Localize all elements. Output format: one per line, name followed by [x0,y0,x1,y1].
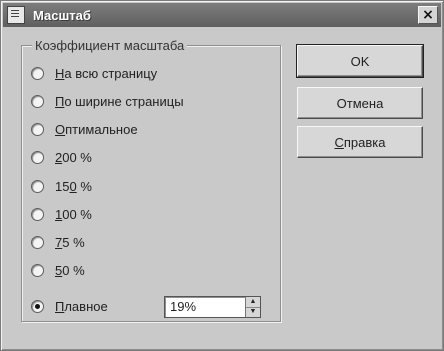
option-page-width-label: По ширине страницы [55,93,184,109]
ok-button[interactable]: OK [296,44,424,78]
option-150[interactable]: 150 % [31,176,92,196]
title-bar: Масштаб × [3,3,441,27]
smooth-zoom-spinner[interactable]: 19% ▲ ▼ [164,296,261,318]
option-75[interactable]: 75 % [31,232,85,252]
option-75-label: 75 % [55,234,85,250]
option-smooth-label: Плавное [55,298,108,314]
smooth-zoom-value[interactable]: 19% [170,299,196,314]
radio-page-width[interactable] [31,94,44,108]
option-50-label: 50 % [55,262,85,278]
radio-75[interactable] [31,235,44,249]
help-button-label: правка [343,134,386,150]
option-smooth[interactable]: Плавное [31,296,108,316]
radio-100[interactable] [31,207,44,221]
radio-smooth[interactable] [31,299,44,313]
option-50[interactable]: 50 % [31,260,85,280]
cancel-button[interactable]: Отмена [297,87,423,119]
option-100[interactable]: 100 % [31,204,92,224]
close-button[interactable]: × [418,6,438,24]
option-150-label: 150 % [55,178,92,194]
option-200-label: 200 % [55,149,92,165]
radio-150[interactable] [31,179,44,193]
option-200[interactable]: 200 % [31,147,92,167]
option-page-width[interactable]: По ширине страницы [31,91,184,111]
option-whole-page-label: На всю страницу [55,65,158,81]
option-100-label: 100 % [55,206,92,222]
option-whole-page[interactable]: На всю страницу [31,63,157,83]
spinner-buttons: ▲ ▼ [245,297,260,317]
spin-down-button[interactable]: ▼ [246,307,260,317]
option-optimal[interactable]: Оптимальное [31,119,138,139]
zoom-factor-label: Коэффициент масштаба [32,38,188,53]
help-button[interactable]: Справка [297,126,423,158]
zoom-dialog: Масштаб × Коэффициент масштаба На всю ст… [0,0,444,351]
help-button-mnemonic: С [334,134,344,150]
radio-200[interactable] [31,150,44,164]
document-icon [7,6,25,24]
radio-50[interactable] [31,263,44,277]
radio-whole-page[interactable] [31,66,44,80]
option-optimal-label: Оптимальное [55,121,138,137]
radio-optimal[interactable] [31,122,44,136]
dialog-title: Масштаб [33,7,91,23]
